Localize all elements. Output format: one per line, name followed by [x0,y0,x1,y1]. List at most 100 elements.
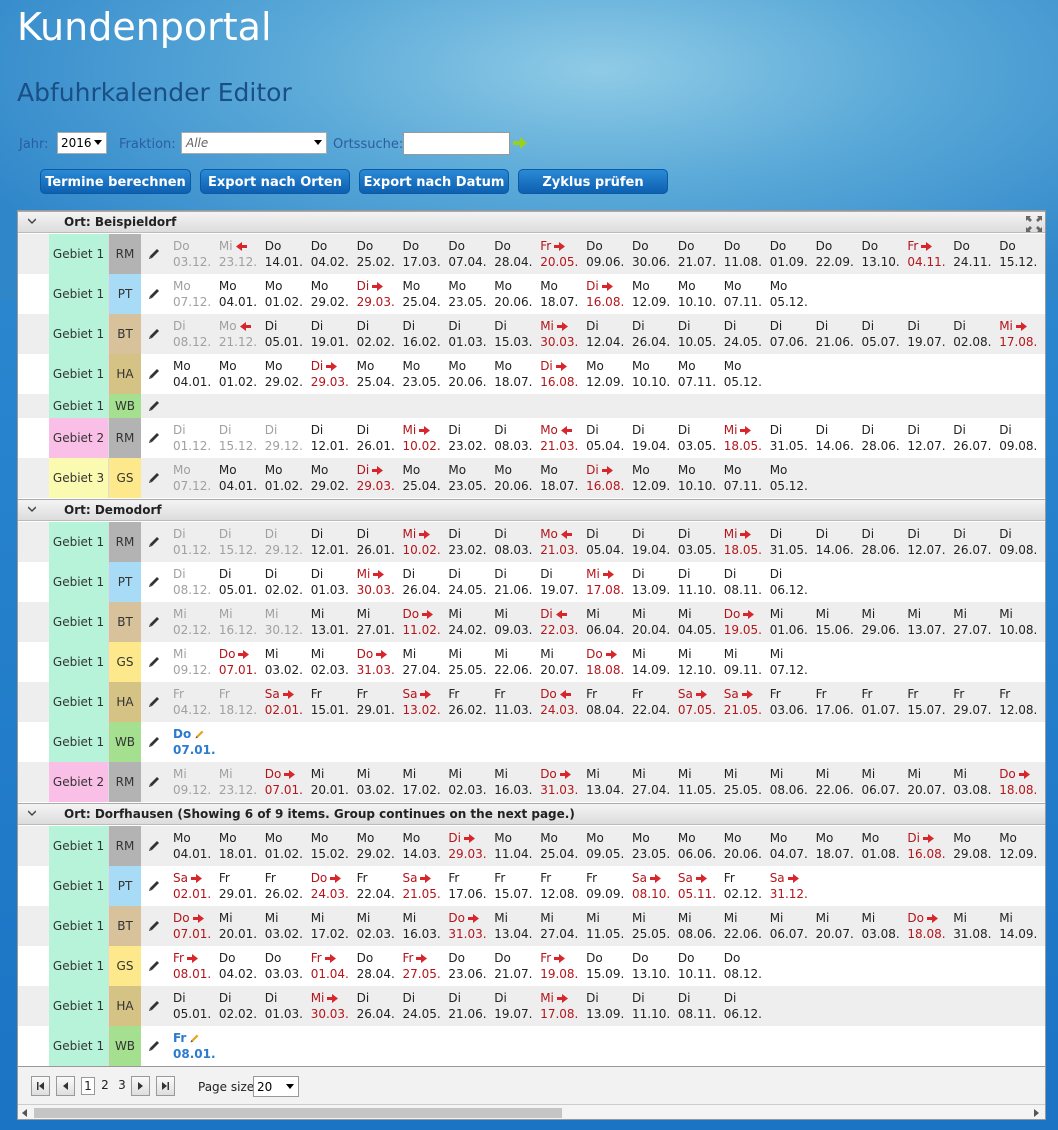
date-cell[interactable]: Mi 24.02. [448,606,486,638]
date-cell[interactable]: Fr 22.04. [632,686,670,718]
date-cell[interactable]: Do 07.01. [219,646,257,678]
date-cell[interactable]: Do 22.09. [816,238,854,270]
date-cell[interactable]: Mo 18.07. [540,462,578,494]
horizontal-scrollbar[interactable] [18,1104,1045,1119]
date-cell[interactable]: Mi 06.04. [586,606,624,638]
fullscreen-icon[interactable] [1025,215,1043,233]
date-cell[interactable]: Mo 25.04. [540,830,578,862]
date-cell[interactable]: Di 11.10. [632,990,670,1022]
date-cell[interactable]: Do 03.12. [173,238,211,270]
date-cell[interactable]: Di 21.06. [816,318,854,350]
date-cell[interactable]: Di 29.03. [448,830,486,862]
date-cell[interactable]: Di 06.12. [724,990,762,1022]
date-cell[interactable]: Di 02.02. [357,318,395,350]
date-cell[interactable]: Mi 03.08. [862,910,900,942]
date-cell[interactable]: Do 07.01. [173,726,216,758]
date-cell[interactable]: Mo 04.01. [173,358,211,390]
date-cell[interactable]: Mo 21.03. [540,526,578,558]
date-cell[interactable]: Mo 18.01. [219,830,257,862]
date-cell[interactable]: Mi 23.12. [219,238,257,270]
group-header[interactable]: Ort: Beispieldorf [18,211,1045,233]
page-size-select[interactable]: 20 [253,1076,299,1097]
export-nach-orten-button[interactable]: Export nach Orten [200,169,350,194]
date-cell[interactable]: Mo 29.08. [953,830,991,862]
date-cell[interactable]: Mo 20.06. [724,830,762,862]
date-cell[interactable]: Sa 21.05. [724,686,762,718]
date-cell[interactable]: Mi 16.03. [403,910,441,942]
date-cell[interactable]: Do 11.02. [403,606,441,638]
group-header[interactable]: Ort: Demodorf [18,499,1045,521]
date-cell[interactable]: Mo 01.08. [862,830,900,862]
date-cell[interactable]: Mo 29.02. [265,358,303,390]
date-cell[interactable]: Mi 27.04. [632,766,670,798]
date-cell[interactable]: Mi 09.03. [494,606,532,638]
date-cell[interactable]: Sa 02.01. [265,686,303,718]
date-cell[interactable]: Fr 20.05. [540,238,578,270]
date-cell[interactable]: Di 09.08. [999,526,1037,558]
date-cell[interactable]: Mi 14.09. [632,646,670,678]
date-cell[interactable]: Mi 17.08. [586,566,624,598]
date-cell[interactable]: Fr 12.08. [999,686,1037,718]
date-cell[interactable]: Di 29.03. [357,278,395,310]
date-cell[interactable]: Fr 04.12. [173,686,211,718]
edit-pencil-icon[interactable] [147,615,161,629]
date-cell[interactable]: Mi 03.02. [265,646,303,678]
date-cell[interactable]: Mi 16.03. [494,766,532,798]
date-cell[interactable]: Mi 09.12. [173,646,211,678]
date-cell[interactable]: Mi 20.07. [907,766,945,798]
edit-pencil-icon[interactable] [147,839,161,853]
date-cell[interactable]: Do 04.02. [311,238,349,270]
date-cell[interactable]: Di 10.05. [678,318,716,350]
date-cell[interactable]: Sa 21.05. [403,870,441,902]
date-cell[interactable]: Mi 17.08. [540,990,578,1022]
date-cell[interactable]: Di 26.01. [357,526,395,558]
date-cell[interactable]: Mo 25.04. [403,462,441,494]
collapse-chevron-icon[interactable] [28,217,36,225]
date-cell[interactable]: Do 10.11. [678,950,716,982]
date-cell[interactable]: Mi 31.08. [953,910,991,942]
date-cell[interactable]: Di 06.12. [770,566,808,598]
date-cell[interactable]: Di 08.11. [678,990,716,1022]
page-number-1[interactable]: 1 [81,1077,95,1095]
date-cell[interactable]: Mo 07.12. [173,278,211,310]
date-cell[interactable]: Sa 08.10. [632,870,670,902]
date-cell[interactable]: Do 07.01. [265,766,303,798]
date-cell[interactable]: Di 26.07. [953,422,991,454]
date-cell[interactable]: Do 14.01. [265,238,303,270]
date-cell[interactable]: Mi 09.11. [724,646,762,678]
ortsuche-input[interactable] [403,132,510,155]
date-cell[interactable]: Do 15.12. [999,238,1037,270]
date-cell[interactable]: Mi 03.08. [953,766,991,798]
fraktion-select[interactable]: Alle [181,132,327,154]
date-cell[interactable]: Mi 27.04. [540,910,578,942]
edit-pencil-icon[interactable] [147,695,161,709]
date-cell[interactable]: Mo 05.12. [770,462,808,494]
date-cell[interactable]: Di 21.06. [448,990,486,1022]
date-cell[interactable]: Do 21.07. [678,238,716,270]
date-cell[interactable]: Mi 02.03. [448,766,486,798]
zyklus-pruefen-button[interactable]: Zyklus prüfen [518,169,668,194]
date-cell[interactable]: Mo 29.02. [357,830,395,862]
edit-pencil-icon[interactable] [147,287,161,301]
date-cell[interactable]: Mo 18.07. [494,358,532,390]
date-cell[interactable]: Mi 16.12. [219,606,257,638]
date-cell[interactable]: Mi 25.05. [632,910,670,942]
date-cell[interactable]: Fr 17.06. [816,686,854,718]
date-cell[interactable]: Mo 06.06. [678,830,716,862]
date-cell[interactable]: Di 24.05. [724,318,762,350]
date-cell[interactable]: Mi 08.06. [678,910,716,942]
edit-pencil-icon[interactable] [147,1039,161,1053]
date-cell[interactable]: Mi 10.08. [999,606,1037,638]
date-cell[interactable]: Di 05.01. [173,990,211,1022]
date-cell[interactable]: Mi 13.04. [586,766,624,798]
date-cell[interactable]: Di 05.04. [586,526,624,558]
date-cell[interactable]: Fr 18.12. [219,686,257,718]
date-cell[interactable]: Mi 07.12. [770,646,808,678]
edit-pencil-icon[interactable] [147,535,161,549]
date-cell[interactable]: Mi 22.06. [724,910,762,942]
date-cell[interactable]: Di 29.12. [265,422,303,454]
date-cell[interactable]: Fr 26.02. [265,870,303,902]
date-cell[interactable]: Di 16.08. [586,278,624,310]
scrollbar-thumb[interactable] [34,1108,562,1118]
date-cell[interactable]: Mi 17.02. [311,910,349,942]
